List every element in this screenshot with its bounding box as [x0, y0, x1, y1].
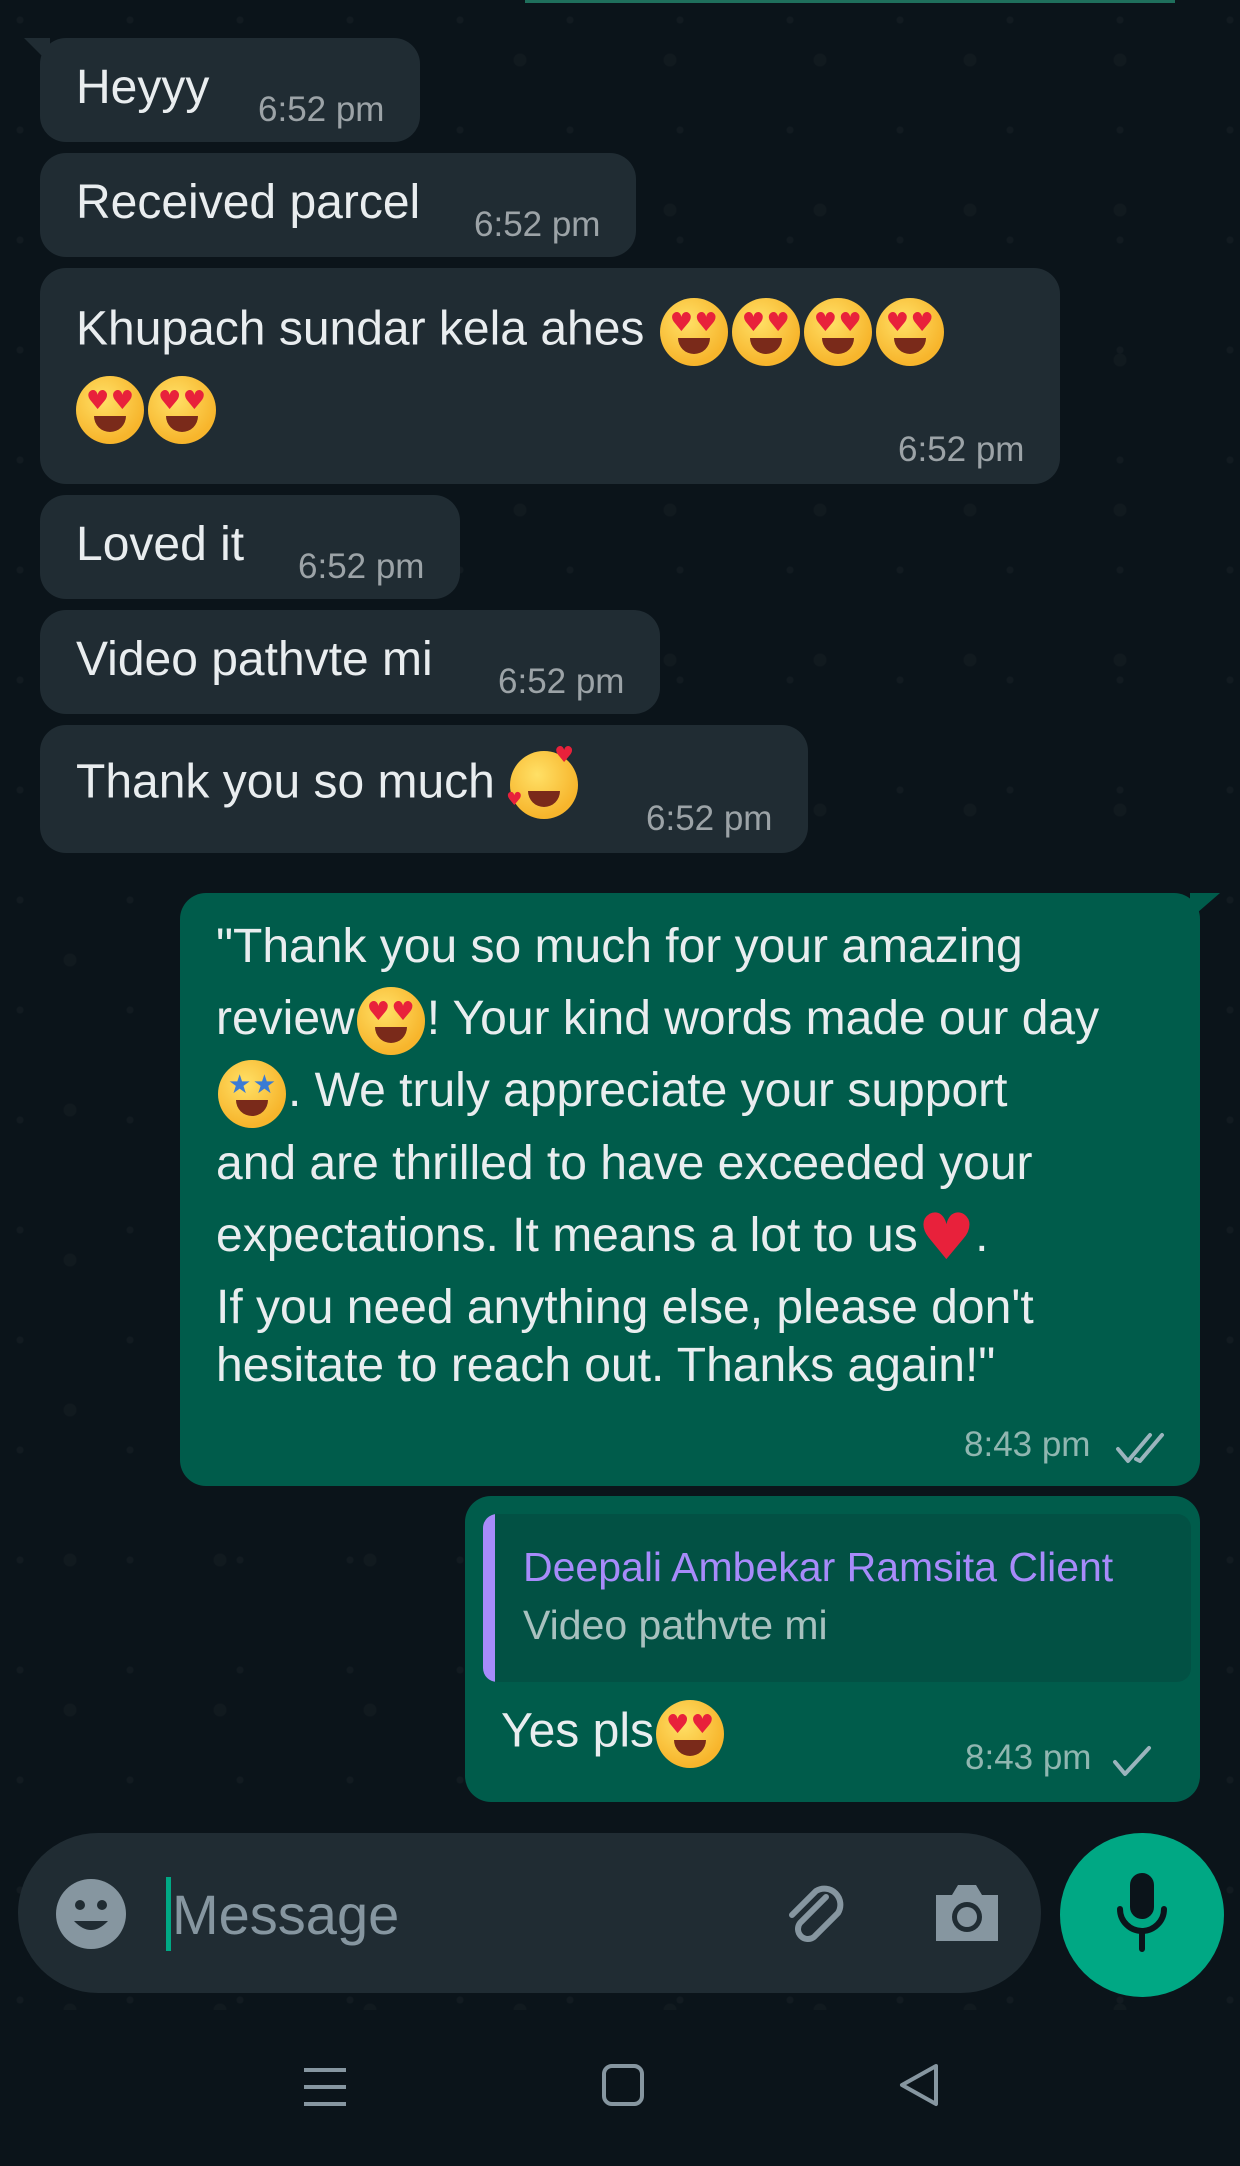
message-in-2[interactable]: Received parcel 6:52 pm	[40, 153, 636, 257]
message-in-3[interactable]: Khupach sundar kela ahes 6:52 pm	[40, 268, 1060, 484]
message-time: 6:52 pm	[646, 799, 773, 838]
double-check-icon	[1116, 1433, 1164, 1463]
emoji-icon[interactable]	[54, 1877, 128, 1951]
mic-icon	[1117, 1873, 1167, 1952]
red-heart-icon: ♥	[917, 1200, 976, 1275]
message-line: . We truly appreciate your support	[216, 1055, 1176, 1128]
message-text: Loved it	[76, 518, 245, 571]
message-line: expectations. It means a lot to us♥.	[216, 1200, 1176, 1272]
message-fragment: ! Your kind words made our day	[426, 992, 1100, 1045]
message-text-block: "Thank you so much for your amazing revi…	[216, 911, 1176, 1402]
message-text-row: Khupach sundar kela ahes	[76, 298, 946, 366]
message-time: 8:43 pm	[964, 1425, 1091, 1464]
heart-eyes-emoji-icon	[656, 1700, 724, 1768]
message-input[interactable]	[170, 1869, 774, 1959]
bubble-tail	[24, 38, 50, 64]
message-time: 6:52 pm	[474, 205, 601, 244]
message-in-6[interactable]: Thank you so much 6:52 pm	[40, 725, 808, 853]
bubble-tail	[1190, 893, 1220, 919]
paperclip-icon[interactable]	[774, 1875, 854, 1955]
message-text: Received parcel	[76, 176, 421, 229]
top-divider	[525, 0, 1175, 3]
message-out-2[interactable]: Deepali Ambekar Ramsita Client Video pat…	[465, 1496, 1200, 1802]
system-navbar	[0, 2010, 1240, 2166]
message-fragment: .	[975, 1208, 989, 1262]
smiling-face-with-hearts-icon	[506, 745, 579, 819]
message-time: 6:52 pm	[898, 430, 1025, 469]
heart-eyes-emoji-icon	[356, 987, 425, 1056]
message-text-row: Thank you so much	[76, 745, 580, 819]
quoted-message[interactable]: Deepali Ambekar Ramsita Client Video pat…	[483, 1514, 1191, 1682]
message-fragment: expectations. It means a lot to us	[216, 1208, 918, 1262]
emoji-row	[74, 376, 218, 444]
heart-eyes-emoji-icon	[659, 298, 728, 366]
message-time: 8:43 pm	[965, 1738, 1092, 1777]
quote-accent-bar	[483, 1514, 495, 1682]
message-composer	[18, 1833, 1041, 1993]
star-struck-emoji-icon	[218, 1059, 286, 1128]
message-line: "Thank you so much for your amazing	[216, 920, 1023, 973]
heart-eyes-emoji-icon	[76, 376, 144, 444]
heart-eyes-emoji-icon	[875, 298, 944, 366]
heart-eyes-emoji-icon	[148, 376, 216, 444]
menu-icon[interactable]	[302, 2064, 348, 2110]
message-time: 6:52 pm	[298, 547, 425, 586]
message-line: review ! Your kind words made our day	[216, 983, 1176, 1056]
message-text: Heyyy	[76, 61, 210, 114]
home-square-icon[interactable]	[600, 2062, 646, 2108]
quote-text: Video pathvte mi	[523, 1602, 828, 1648]
message-line: and are thrilled to have exceeded your	[216, 1136, 1033, 1190]
back-triangle-icon[interactable]	[896, 2062, 942, 2108]
message-time: 6:52 pm	[498, 662, 625, 701]
camera-icon[interactable]	[930, 1877, 1004, 1947]
message-fragment: . We truly appreciate your support	[288, 1064, 1008, 1118]
heart-eyes-emoji-icon	[803, 298, 872, 366]
message-text-row: Yes pls	[501, 1700, 726, 1768]
message-out-1[interactable]: "Thank you so much for your amazing revi…	[180, 893, 1220, 1486]
message-text: Khupach sundar kela ahes	[76, 302, 645, 356]
chat-area: Heyyy 6:52 pm Received parcel 6:52 pm Kh…	[0, 0, 1240, 2010]
single-check-icon	[1113, 1746, 1151, 1776]
message-in-1[interactable]: Heyyy 6:52 pm	[24, 38, 420, 142]
message-text: Yes pls	[501, 1704, 654, 1758]
message-in-5[interactable]: Video pathvte mi 6:52 pm	[40, 610, 660, 714]
mic-button[interactable]	[1060, 1833, 1224, 1997]
quote-author: Deepali Ambekar Ramsita Client	[523, 1544, 1114, 1590]
heart-eyes-emoji-icon	[731, 298, 800, 366]
message-in-4[interactable]: Loved it 6:52 pm	[40, 495, 460, 599]
message-text: Video pathvte mi	[76, 633, 433, 686]
message-fragment: review	[216, 992, 355, 1045]
message-time: 6:52 pm	[258, 90, 385, 129]
message-text: Thank you so much	[76, 755, 495, 809]
